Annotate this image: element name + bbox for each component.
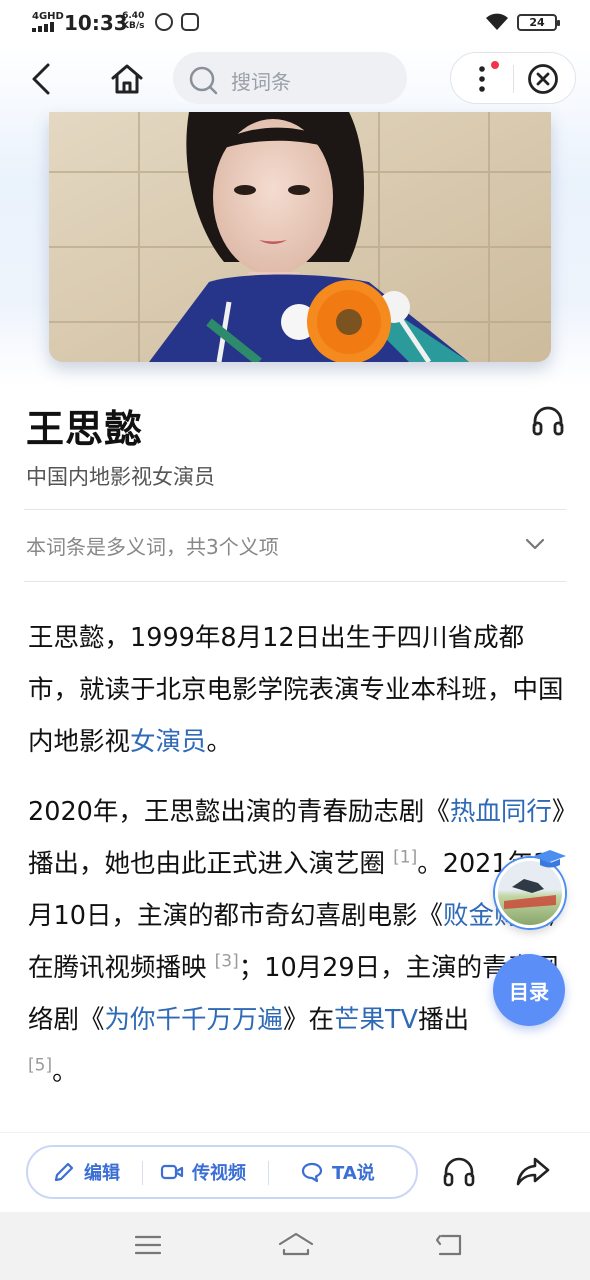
more-icon xyxy=(479,66,485,92)
search-input[interactable]: 搜词条 xyxy=(173,52,407,104)
back-icon xyxy=(32,63,50,95)
paragraph-text: 播出 xyxy=(418,1005,470,1035)
listen-button[interactable] xyxy=(531,404,565,440)
close-icon xyxy=(528,64,558,94)
home-icon[interactable] xyxy=(276,1230,316,1260)
network-speed: 6.40 KB/s xyxy=(122,11,144,31)
back-icon[interactable] xyxy=(434,1230,466,1260)
action-pill: 编辑 传视频 TA说 xyxy=(26,1145,418,1199)
network-speed-unit: KB/s xyxy=(122,21,145,31)
paragraph-text: 》在 xyxy=(283,1005,335,1035)
headphones-icon[interactable] xyxy=(442,1155,476,1187)
chevron-down-icon[interactable] xyxy=(524,537,546,551)
avatar-image xyxy=(504,879,556,909)
divider xyxy=(24,581,566,582)
summary-paragraph: 王思懿，1999年8月12日出生于四川省成都市，就读于北京电影学院表演专业本科班… xyxy=(28,612,566,768)
upload-video-button[interactable]: 传视频 xyxy=(160,1147,246,1197)
network-speed-value: 6.40 xyxy=(122,11,145,21)
action-separator xyxy=(142,1161,143,1185)
battery-indicator: 24 xyxy=(517,14,560,31)
pencil-icon xyxy=(54,1162,74,1182)
entry-subtitle: 中国内地影视女演员 xyxy=(26,465,215,489)
share-icon[interactable] xyxy=(515,1155,551,1187)
divider xyxy=(24,509,566,510)
search-placeholder: 搜词条 xyxy=(231,70,291,94)
link-drama-rexuetongxing[interactable]: 热血同行 xyxy=(450,797,552,827)
citation-ref[interactable]: [1] xyxy=(393,848,417,868)
career-paragraph: 2020年，王思懿出演的青春励志剧《热血同行》播出，她也由此正式进入演艺圈 [1… xyxy=(28,786,566,1098)
paragraph-text: 。 xyxy=(52,1057,78,1087)
paragraph-text: 。 xyxy=(206,727,233,757)
link-mango-tv[interactable]: 芒果TV xyxy=(334,1005,418,1035)
link-drama-weiniqianqianwanwanbian[interactable]: 为你千千万万遍 xyxy=(105,1005,284,1035)
entry-title: 王思懿 xyxy=(26,407,144,451)
status-time: 10:33 xyxy=(64,11,128,35)
notification-dot xyxy=(491,61,499,69)
close-button[interactable] xyxy=(520,56,566,102)
upload-video-label: 传视频 xyxy=(192,1163,246,1184)
ta-talk-button[interactable]: TA说 xyxy=(300,1147,375,1197)
portrait-image xyxy=(49,112,551,362)
search-icon xyxy=(189,66,218,95)
capsule-divider xyxy=(513,65,514,93)
toc-button[interactable]: 目录 xyxy=(493,954,565,1026)
chat-bubble-icon xyxy=(301,1162,323,1183)
network-type: 4GHD xyxy=(32,11,64,22)
signal-icon xyxy=(32,22,58,32)
link-actress[interactable]: 女演员 xyxy=(130,727,207,757)
action-separator xyxy=(268,1161,269,1185)
citation-ref[interactable]: [5] xyxy=(28,1056,52,1076)
paragraph-text: 2020年，王思懿出演的青春励志剧《 xyxy=(28,797,450,827)
status-bar: 4GHD 10:33 6.40 KB/s 24 xyxy=(0,0,590,46)
graduation-cap-icon xyxy=(534,850,566,868)
edit-label: 编辑 xyxy=(84,1163,120,1184)
menu-icon[interactable] xyxy=(133,1230,163,1260)
home-button[interactable] xyxy=(104,56,150,102)
citation-ref[interactable]: [3] xyxy=(215,952,239,972)
back-button[interactable] xyxy=(18,56,64,102)
system-navigation-bar xyxy=(0,1212,590,1280)
wifi-icon xyxy=(486,13,508,30)
app-notification-icon xyxy=(155,13,173,31)
ta-talk-label: TA说 xyxy=(332,1163,375,1184)
entry-photo[interactable] xyxy=(49,112,551,362)
headphones-icon xyxy=(532,406,564,436)
video-camera-icon xyxy=(160,1164,184,1180)
home-icon xyxy=(111,64,143,94)
polysemy-notice[interactable]: 本词条是多义词，共3个义项 xyxy=(26,531,279,560)
bottom-action-bar: 编辑 传视频 TA说 xyxy=(0,1132,590,1212)
app-notification-icon xyxy=(181,13,199,31)
edit-button[interactable]: 编辑 xyxy=(52,1147,120,1197)
paragraph-text: 王思懿，1999年8月12日出生于四川省成都市，就读于北京电影学院表演专业本科班… xyxy=(28,623,564,757)
